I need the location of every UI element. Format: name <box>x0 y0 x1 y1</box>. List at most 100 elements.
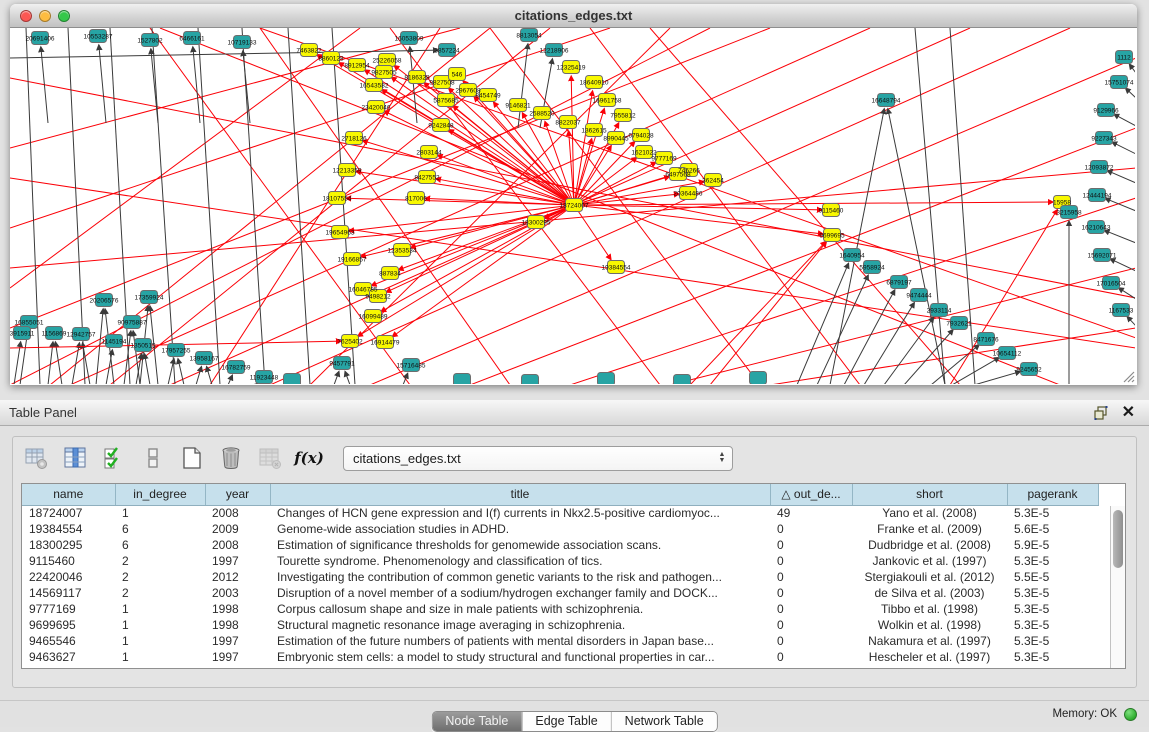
table-selector-dropdown[interactable]: citations_edges.txt ▲▼ <box>343 446 733 471</box>
table-panel-header[interactable]: Table Panel ✕ <box>0 400 1149 426</box>
table-cell[interactable]: 2009 <box>205 521 270 537</box>
table-cell[interactable]: 5.3E-5 <box>1007 633 1098 649</box>
column-header-in_degree[interactable]: in_degree <box>115 484 205 505</box>
table-cell[interactable]: 0 <box>770 585 852 601</box>
resize-grip[interactable] <box>1121 369 1135 383</box>
table-row[interactable]: 1872400712008Changes of HCN gene express… <box>22 505 1098 521</box>
new-table-icon[interactable] <box>179 445 205 471</box>
table-cell[interactable]: 1 <box>115 505 205 521</box>
table-cell[interactable]: 0 <box>770 633 852 649</box>
table-cell[interactable]: Corpus callosum shape and size in male p… <box>270 601 770 617</box>
table-cell[interactable]: 1998 <box>205 617 270 633</box>
table-cell[interactable]: Jankovic et al. (1997) <box>852 553 1007 569</box>
table-cell[interactable]: 5.3E-5 <box>1007 617 1098 633</box>
network-window[interactable]: citations_edges.txt 18724007746382288601… <box>10 4 1137 385</box>
table-cell[interactable]: 9465546 <box>22 633 115 649</box>
table-cell[interactable]: 18300295 <box>22 537 115 553</box>
table-cell[interactable]: 1998 <box>205 601 270 617</box>
table-cell[interactable]: 22420046 <box>22 569 115 585</box>
table-cell[interactable]: 5.3E-5 <box>1007 553 1098 569</box>
table-cell[interactable]: Dudbridge et al. (2008) <box>852 537 1007 553</box>
table-cell[interactable]: 0 <box>770 569 852 585</box>
table-cell[interactable]: 5.6E-5 <box>1007 521 1098 537</box>
table-cell[interactable]: 0 <box>770 617 852 633</box>
table-cell[interactable]: 6 <box>115 521 205 537</box>
network-canvas[interactable]: 1872400774638228860128891295425226058982… <box>10 28 1135 384</box>
float-window-icon[interactable] <box>1093 405 1109 421</box>
row-options-icon[interactable] <box>140 445 166 471</box>
delete-table-icon[interactable] <box>218 445 244 471</box>
table-cell[interactable]: 0 <box>770 649 852 665</box>
table-row[interactable]: 1938455462009Genome-wide association stu… <box>22 521 1098 537</box>
column-header-short[interactable]: short <box>852 484 1007 505</box>
table-cell[interactable]: Hescheler et al. (1997) <box>852 649 1007 665</box>
graph-node[interactable] <box>750 372 767 385</box>
table-cell[interactable]: 5.3E-5 <box>1007 649 1098 665</box>
table-cell[interactable]: 18724007 <box>22 505 115 521</box>
table-row[interactable]: 946554611997Estimation of the future num… <box>22 633 1098 649</box>
table-cell[interactable]: 1997 <box>205 649 270 665</box>
node-table[interactable]: namein_degreeyeartitle△ out_de...shortpa… <box>21 483 1126 669</box>
table-cell[interactable]: 1 <box>115 633 205 649</box>
zoom-window-button[interactable] <box>58 10 70 22</box>
table-cell[interactable]: 1997 <box>205 553 270 569</box>
show-columns-icon[interactable] <box>62 445 88 471</box>
table-cell[interactable]: 5.3E-5 <box>1007 585 1098 601</box>
table-cell[interactable]: Franke et al. (2009) <box>852 521 1007 537</box>
table-row[interactable]: 977716911998Corpus callosum shape and si… <box>22 601 1098 617</box>
minimize-window-button[interactable] <box>39 10 51 22</box>
table-row[interactable]: 946362711997Embryonic stem cells: a mode… <box>22 649 1098 665</box>
table-row[interactable]: 2242004622012Investigating the contribut… <box>22 569 1098 585</box>
table-cell[interactable]: Tourette syndrome. Phenomenology and cla… <box>270 553 770 569</box>
table-cell[interactable]: 14569117 <box>22 585 115 601</box>
graph-node[interactable] <box>284 374 301 385</box>
table-row[interactable]: 969969511998Structural magnetic resonanc… <box>22 617 1098 633</box>
column-header-title[interactable]: title <box>270 484 770 505</box>
table-cell[interactable]: 2 <box>115 553 205 569</box>
graph-node[interactable] <box>522 375 539 385</box>
table-cell[interactable]: Embryonic stem cells: a model to study s… <box>270 649 770 665</box>
column-header-out_de[interactable]: △ out_de... <box>770 484 852 505</box>
table-cell[interactable]: 2008 <box>205 537 270 553</box>
table-cell[interactable]: Wolkin et al. (1998) <box>852 617 1007 633</box>
table-cell[interactable]: 5.3E-5 <box>1007 505 1098 521</box>
table-cell[interactable]: 5.5E-5 <box>1007 569 1098 585</box>
table-cell[interactable]: 2 <box>115 585 205 601</box>
select-columns-icon[interactable] <box>101 445 127 471</box>
function-builder-icon[interactable]: f(x) <box>296 445 322 471</box>
table-cell[interactable]: 2008 <box>205 505 270 521</box>
table-cell[interactable]: 5.3E-5 <box>1007 601 1098 617</box>
table-cell[interactable]: 1 <box>115 617 205 633</box>
table-cell[interactable]: Estimation of significance thresholds fo… <box>270 537 770 553</box>
graph-node[interactable] <box>454 374 471 385</box>
column-header-name[interactable]: name <box>22 484 115 505</box>
table-row[interactable]: 1456911722003Disruption of a novel membe… <box>22 585 1098 601</box>
table-cell[interactable]: Investigating the contribution of common… <box>270 569 770 585</box>
table-row[interactable]: 911546021997Tourette syndrome. Phenomeno… <box>22 553 1098 569</box>
table-cell[interactable]: Estimation of the future numbers of pati… <box>270 633 770 649</box>
table-cell[interactable]: 49 <box>770 505 852 521</box>
table-cell[interactable]: 0 <box>770 537 852 553</box>
table-settings-icon[interactable] <box>23 445 49 471</box>
column-header-pagerank[interactable]: pagerank <box>1007 484 1098 505</box>
network-window-titlebar[interactable]: citations_edges.txt <box>10 4 1137 28</box>
table-cell[interactable]: 19384554 <box>22 521 115 537</box>
table-cell[interactable]: 0 <box>770 553 852 569</box>
table-cell[interactable]: 1 <box>115 601 205 617</box>
column-header-year[interactable]: year <box>205 484 270 505</box>
table-cell[interactable]: 9699695 <box>22 617 115 633</box>
table-cell[interactable]: 1997 <box>205 633 270 649</box>
scrollbar-thumb[interactable] <box>1113 510 1123 568</box>
table-cell[interactable]: 1 <box>115 649 205 665</box>
table-cell[interactable]: Stergiakouli et al. (2012) <box>852 569 1007 585</box>
table-cell[interactable]: 2012 <box>205 569 270 585</box>
graph-node[interactable] <box>598 373 615 385</box>
table-cell[interactable]: 2 <box>115 569 205 585</box>
table-cell[interactable]: Nakamura et al. (1997) <box>852 633 1007 649</box>
table-cell[interactable]: 2003 <box>205 585 270 601</box>
table-cell[interactable]: 0 <box>770 601 852 617</box>
table-cell[interactable]: de Silva et al. (2003) <box>852 585 1007 601</box>
table-cell[interactable]: 6 <box>115 537 205 553</box>
graph-node[interactable] <box>674 375 691 385</box>
table-cell[interactable]: Yano et al. (2008) <box>852 505 1007 521</box>
